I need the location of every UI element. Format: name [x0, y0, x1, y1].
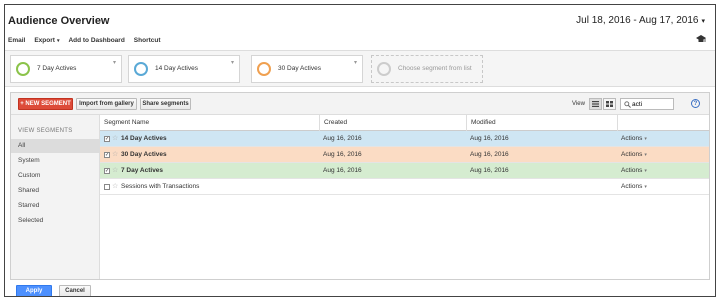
chevron-down-icon: ▾ [644, 168, 647, 174]
apply-button[interactable]: Apply [16, 285, 52, 296]
grid-view-button[interactable] [603, 98, 616, 110]
segment-card-label: 14 Day Actives [155, 65, 198, 72]
chevron-down-icon: ▾ [644, 152, 647, 158]
segment-search-box[interactable] [620, 98, 674, 110]
view-label: View [572, 101, 585, 107]
table-row[interactable]: ☆ Sessions with Transactions Actions ▾ [100, 179, 709, 195]
actions-menu[interactable]: Actions ▾ [621, 163, 647, 179]
row-checkbox[interactable] [104, 184, 110, 190]
column-header-created[interactable]: Created [319, 115, 466, 131]
graduation-cap-icon[interactable] [696, 35, 706, 43]
created-date: Aug 16, 2016 [323, 151, 362, 158]
date-range-text: Jul 18, 2016 - Aug 17, 2016 [576, 15, 699, 26]
segment-picker-window: Audience Overview Jul 18, 2016 - Aug 17,… [4, 4, 716, 297]
import-from-gallery-button[interactable]: Import from gallery [76, 98, 137, 110]
segment-color-ring [134, 62, 148, 76]
star-icon[interactable]: ☆ [112, 163, 118, 179]
segment-panel: + NEW SEGMENT Import from gallery Share … [10, 92, 710, 280]
segment-search-input[interactable] [632, 100, 672, 109]
row-checkbox[interactable]: ✓ [104, 152, 110, 158]
actions-menu[interactable]: Actions ▾ [621, 179, 647, 195]
segment-name[interactable]: Sessions with Transactions [121, 179, 199, 195]
list-view-button[interactable] [589, 98, 602, 110]
modified-date: Aug 16, 2016 [470, 135, 509, 142]
column-header-segment-name[interactable]: Segment Name [100, 115, 319, 131]
cancel-button[interactable]: Cancel [59, 285, 91, 296]
chevron-down-icon: ▾ [644, 184, 647, 190]
list-view-icon [592, 101, 599, 107]
star-icon[interactable]: ☆ [112, 131, 118, 147]
table-header-row: Segment Name Created Modified [100, 115, 709, 131]
segment-card-label: 7 Day Actives [37, 65, 77, 72]
segment-color-ring [257, 62, 271, 76]
add-to-dashboard-button[interactable]: Add to Dashboard [68, 37, 124, 44]
row-checkbox[interactable]: ✓ [104, 136, 110, 142]
table-row[interactable]: ✓ ☆ 14 Day Actives Aug 16, 2016 Aug 16, … [100, 131, 709, 147]
chevron-down-icon: ▾ [56, 38, 60, 44]
segment-name[interactable]: 14 Day Actives [121, 131, 167, 147]
chevron-down-icon[interactable]: ▾ [231, 59, 234, 66]
chevron-down-icon: ▾ [701, 18, 705, 25]
column-header-modified[interactable]: Modified [466, 115, 617, 131]
column-header-actions [617, 115, 709, 131]
actions-label: Actions [621, 183, 643, 190]
star-icon[interactable]: ☆ [112, 147, 118, 163]
sidebar-item-custom[interactable]: Custom [11, 169, 100, 183]
choose-segment-card[interactable]: Choose segment from list [371, 55, 483, 83]
segment-cards-strip: 7 Day Actives ▾ 14 Day Actives ▾ 30 Day … [5, 50, 715, 87]
segment-name[interactable]: 7 Day Actives [121, 163, 163, 179]
chevron-down-icon[interactable]: ▾ [354, 59, 357, 66]
segment-card-7-day[interactable]: 7 Day Actives ▾ [10, 55, 122, 83]
grid-view-icon [606, 101, 613, 107]
modified-date: Aug 16, 2016 [470, 151, 509, 158]
actions-label: Actions [621, 151, 643, 158]
chevron-down-icon[interactable]: ▾ [113, 59, 116, 66]
row-checkbox[interactable]: ✓ [104, 168, 110, 174]
shortcut-button[interactable]: Shortcut [134, 37, 161, 44]
segment-card-label: 30 Day Actives [278, 65, 321, 72]
actions-label: Actions [621, 135, 643, 142]
segment-filter-sidebar: VIEW SEGMENTS All System Custom Shared S… [11, 115, 100, 279]
sidebar-item-shared[interactable]: Shared [11, 184, 100, 198]
export-button[interactable]: Export ▾ [34, 37, 59, 44]
segment-card-14-day[interactable]: 14 Day Actives ▾ [128, 55, 240, 83]
new-segment-button[interactable]: + NEW SEGMENT [18, 98, 73, 110]
segment-card-label: Choose segment from list [398, 65, 472, 72]
segment-color-ring [16, 62, 30, 76]
report-toolbar: Email Export ▾ Add to Dashboard Shortcut [8, 37, 161, 44]
sidebar-item-starred[interactable]: Starred [11, 199, 100, 213]
table-row[interactable]: ✓ ☆ 30 Day Actives Aug 16, 2016 Aug 16, … [100, 147, 709, 163]
actions-menu[interactable]: Actions ▾ [621, 147, 647, 163]
actions-menu[interactable]: Actions ▾ [621, 131, 647, 147]
sidebar-item-all[interactable]: All [11, 139, 100, 153]
help-icon[interactable]: ? [691, 99, 700, 108]
date-range-picker[interactable]: Jul 18, 2016 - Aug 17, 2016 ▾ [576, 15, 705, 26]
segment-table: Segment Name Created Modified ✓ ☆ 14 Day… [100, 115, 709, 279]
segment-name[interactable]: 30 Day Actives [121, 147, 167, 163]
table-row[interactable]: ✓ ☆ 7 Day Actives Aug 16, 2016 Aug 16, 2… [100, 163, 709, 179]
sidebar-item-selected[interactable]: Selected [11, 214, 100, 228]
segment-color-ring [377, 62, 391, 76]
modified-date: Aug 16, 2016 [470, 167, 509, 174]
email-button[interactable]: Email [8, 37, 25, 44]
created-date: Aug 16, 2016 [323, 167, 362, 174]
created-date: Aug 16, 2016 [323, 135, 362, 142]
star-icon[interactable]: ☆ [112, 179, 118, 195]
share-segments-button[interactable]: Share segments [140, 98, 191, 110]
page-title: Audience Overview [8, 15, 110, 27]
chevron-down-icon: ▾ [644, 136, 647, 142]
actions-label: Actions [621, 167, 643, 174]
search-icon [624, 101, 631, 108]
sidebar-heading: VIEW SEGMENTS [18, 128, 73, 134]
segment-panel-footer: Apply Cancel [10, 281, 710, 296]
segment-panel-toolbar: + NEW SEGMENT Import from gallery Share … [11, 93, 709, 115]
export-label: Export [34, 37, 55, 44]
segment-card-30-day[interactable]: 30 Day Actives ▾ [251, 55, 363, 83]
sidebar-item-system[interactable]: System [11, 154, 100, 168]
report-header: Audience Overview Jul 18, 2016 - Aug 17,… [5, 5, 715, 53]
